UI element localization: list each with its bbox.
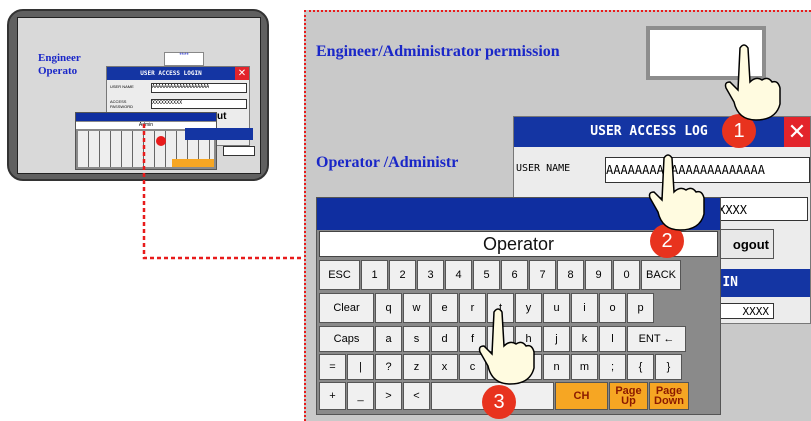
key-5[interactable]: 5 — [473, 260, 500, 290]
key-symbol[interactable]: } — [655, 354, 682, 380]
key-d[interactable]: d — [431, 326, 458, 352]
key-symbol[interactable]: < — [403, 382, 430, 410]
thumb-user-label: USER NAME — [110, 84, 134, 89]
key-a[interactable]: a — [375, 326, 402, 352]
key-symbol[interactable]: > — [375, 382, 402, 410]
key-symbol[interactable]: ? — [375, 354, 402, 380]
engineer-permission-label: Engineer/Administrator permission — [316, 43, 560, 60]
operator-permission-label: Operator /Administr — [316, 154, 459, 171]
key-2[interactable]: 2 — [389, 260, 416, 290]
key-6[interactable]: 6 — [501, 260, 528, 290]
thumb-engineer-label: Engineer — [38, 52, 81, 64]
key-e[interactable]: e — [431, 293, 458, 323]
key-k[interactable]: k — [571, 326, 598, 352]
key-clear[interactable]: Clear — [319, 293, 374, 323]
key-7[interactable]: 7 — [529, 260, 556, 290]
key-1[interactable]: 1 — [361, 260, 388, 290]
key-8[interactable]: 8 — [557, 260, 584, 290]
key-p[interactable]: p — [627, 293, 654, 323]
key-0[interactable]: 0 — [613, 260, 640, 290]
key-q[interactable]: q — [375, 293, 402, 323]
key-back[interactable]: BACK — [641, 260, 681, 290]
key-page-up[interactable]: Page Up — [609, 382, 648, 410]
thumb-password-box[interactable]: **** — [164, 52, 204, 66]
key-ch[interactable]: CH — [555, 382, 608, 410]
key-symbol[interactable]: = — [319, 354, 346, 380]
close-icon[interactable]: ✕ — [784, 117, 810, 147]
key-z[interactable]: z — [403, 354, 430, 380]
thumb-dialog-title: USER ACCESS LOGIN — [107, 67, 235, 80]
pointing-hand-icon — [724, 44, 781, 121]
pointing-hand-icon — [648, 154, 705, 231]
key-caps[interactable]: Caps — [319, 326, 374, 352]
key-w[interactable]: w — [403, 293, 430, 323]
key-n[interactable]: n — [543, 354, 570, 380]
key-symbol[interactable]: { — [627, 354, 654, 380]
key-j[interactable]: j — [543, 326, 570, 352]
thumb-pw-field[interactable]: XXXXXXXXXX — [151, 99, 247, 109]
thumb-pw-label: ACCESS PASSWORD — [110, 99, 134, 109]
key-ent[interactable]: ENT ← — [627, 326, 686, 352]
key-o[interactable]: o — [599, 293, 626, 323]
key-symbol[interactable]: | — [347, 354, 374, 380]
key-l[interactable]: l — [599, 326, 626, 352]
key-3[interactable]: 3 — [417, 260, 444, 290]
key-x[interactable]: x — [431, 354, 458, 380]
key-9[interactable]: 9 — [585, 260, 612, 290]
step-badge-3: 3 — [482, 385, 516, 419]
key-symbol[interactable]: + — [319, 382, 346, 410]
thumb-operator-label: Operato — [38, 65, 78, 77]
thumb-user-field[interactable]: AAAAAAAAAAAAAAAAAAA — [151, 83, 247, 93]
login-password-field[interactable]: XXXX — [714, 303, 774, 319]
key-i[interactable]: i — [571, 293, 598, 323]
pointing-hand-icon — [478, 308, 535, 385]
thumb-close-icon[interactable]: ✕ — [235, 67, 249, 80]
connector-line — [142, 124, 306, 260]
key-s[interactable]: s — [403, 326, 430, 352]
key-page-down[interactable]: Page Down — [649, 382, 689, 410]
user-name-label: USER NAME — [516, 163, 571, 174]
key-esc[interactable]: ESC — [319, 260, 360, 290]
key-m[interactable]: m — [571, 354, 598, 380]
key-u[interactable]: u — [543, 293, 570, 323]
key-symbol[interactable]: _ — [347, 382, 374, 410]
key-symbol[interactable]: ; — [599, 354, 626, 380]
key-4[interactable]: 4 — [445, 260, 472, 290]
